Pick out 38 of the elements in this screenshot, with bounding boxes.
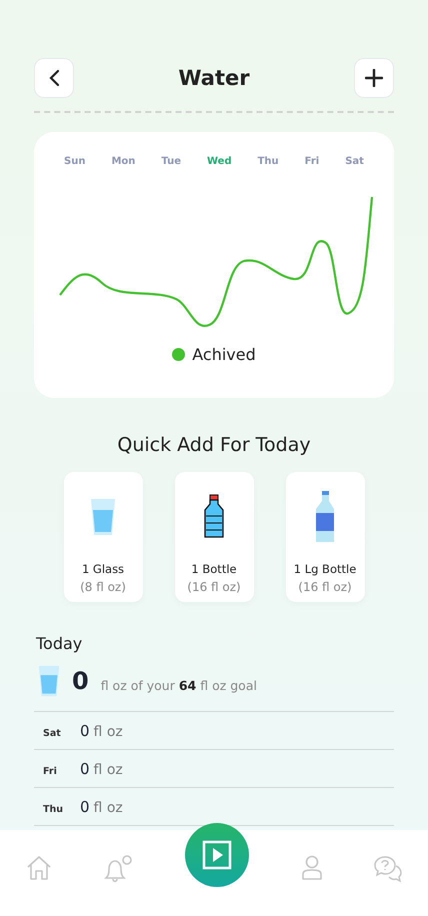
legend-label: Achived [192, 345, 256, 364]
day-label: Sun [64, 156, 86, 167]
section-title: Quick Add For Today [116, 434, 312, 456]
profile-icon[interactable] [300, 855, 323, 881]
home-icon[interactable] [26, 855, 52, 881]
history-day: Fri [34, 766, 80, 777]
history-unit: fl oz [94, 724, 123, 740]
history-unit: fl oz [94, 800, 123, 816]
goal-text: fl oz of your 64 fl oz goal [100, 678, 257, 692]
quick-add-card[interactable]: 1 Bottle (16 fl oz) [174, 472, 254, 602]
day-label: Mon [111, 156, 136, 167]
history-amount: 0 [80, 760, 90, 778]
day-label: Tue [161, 156, 181, 167]
today-amount: 0 [72, 667, 89, 695]
history-unit: fl oz [94, 762, 123, 778]
section-title: Today [36, 634, 84, 653]
history-amount: 0 [80, 798, 90, 816]
back-icon [48, 69, 60, 87]
day-label: Thu [258, 156, 279, 167]
notification-icon[interactable] [103, 855, 134, 885]
history-amount: 0 [80, 722, 90, 740]
quick-add-card[interactable]: 1 Glass (8 fl oz) [64, 472, 142, 602]
back-button[interactable] [34, 58, 74, 98]
add-button[interactable] [354, 58, 394, 98]
history-day: Sat [34, 728, 80, 739]
bottle-icon [315, 491, 335, 543]
day-label: Sat [345, 156, 364, 167]
help-chat-icon[interactable] [374, 855, 402, 883]
day-label: Fri [304, 156, 320, 167]
plus-icon [364, 69, 383, 87]
bottle-icon [203, 494, 225, 540]
day-label: Wed [206, 156, 232, 167]
glass-icon [38, 665, 60, 697]
page-title: Water [178, 66, 250, 90]
play-icon [202, 840, 232, 870]
history-day: Thu [34, 804, 80, 815]
quick-add-card[interactable]: 1 Lg Bottle (16 fl oz) [286, 472, 364, 602]
glass-icon [90, 498, 116, 536]
